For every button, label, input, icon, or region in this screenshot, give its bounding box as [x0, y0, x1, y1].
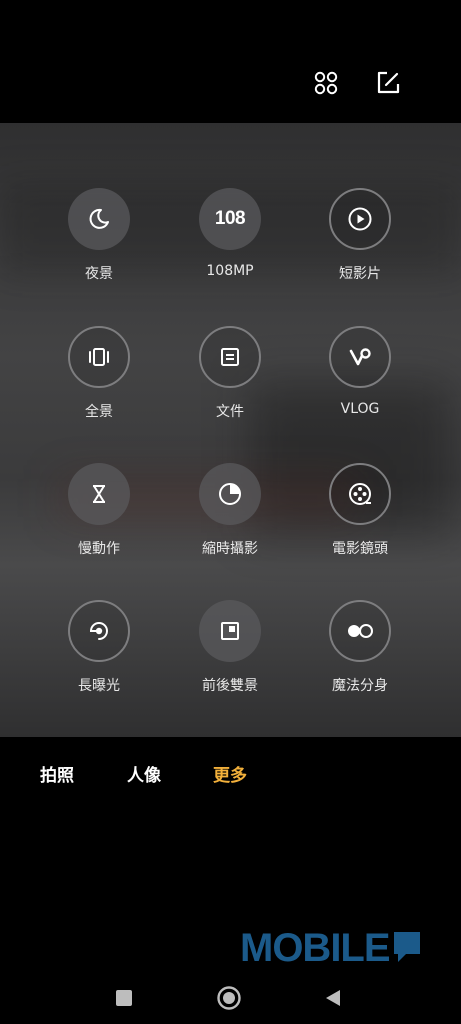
- mode-label: 長曝光: [78, 678, 120, 694]
- film-reel-icon: [329, 463, 391, 525]
- mode-label: 短影片: [339, 266, 381, 282]
- hourglass-icon: [68, 463, 130, 525]
- grid-icon[interactable]: [311, 68, 341, 98]
- mode-label: 慢動作: [78, 541, 120, 557]
- mode-long-exposure[interactable]: 長曝光: [39, 600, 159, 720]
- play-circle-icon: [329, 188, 391, 250]
- mode-timelapse[interactable]: 縮時攝影: [170, 463, 290, 583]
- document-icon: [199, 326, 261, 388]
- mode-dual-view[interactable]: 前後雙景: [170, 600, 290, 720]
- mode-clone[interactable]: 魔法分身: [300, 600, 420, 720]
- 108mp-icon: 108: [199, 188, 261, 250]
- mode-panorama[interactable]: 全景: [39, 326, 159, 446]
- vlog-icon: [329, 326, 391, 388]
- system-nav-bar: [0, 972, 461, 1024]
- panorama-icon: [68, 326, 130, 388]
- tab-portrait[interactable]: 人像: [127, 761, 161, 786]
- tab-photo[interactable]: 拍照: [40, 761, 74, 786]
- mode-slow-motion[interactable]: 慢動作: [39, 463, 159, 583]
- mode-label: 前後雙景: [202, 678, 258, 694]
- modes-panel: 夜景 108 108MP 短影片 全景 文件 VLOG 慢動作 縮時攝影 電影鏡…: [0, 123, 461, 737]
- top-bar: [0, 0, 461, 123]
- long-exposure-icon: [68, 600, 130, 662]
- watermark-logo: MOBILE: [240, 926, 422, 970]
- mode-short-video[interactable]: 短影片: [300, 188, 420, 308]
- mode-label: 魔法分身: [332, 678, 388, 694]
- mode-label: 電影鏡頭: [332, 541, 388, 557]
- mode-movie[interactable]: 電影鏡頭: [300, 463, 420, 583]
- mode-label: 文件: [216, 404, 244, 420]
- camera-mode-tabs: 拍照 人像 更多: [0, 737, 461, 807]
- mode-label: 夜景: [85, 266, 113, 282]
- clone-icon: [329, 600, 391, 662]
- dual-view-icon: [199, 600, 261, 662]
- mode-label: 縮時攝影: [202, 541, 258, 557]
- mode-vlog[interactable]: VLOG: [300, 326, 420, 446]
- moon-icon: [68, 188, 130, 250]
- timer-icon: [199, 463, 261, 525]
- back-button[interactable]: [319, 984, 347, 1012]
- tab-more[interactable]: 更多: [213, 761, 247, 786]
- recents-button[interactable]: [110, 984, 138, 1012]
- mode-night[interactable]: 夜景: [39, 188, 159, 308]
- mode-label: 全景: [85, 404, 113, 420]
- mode-label: 108MP: [206, 263, 254, 279]
- mode-108mp[interactable]: 108 108MP: [170, 188, 290, 308]
- mode-label: VLOG: [340, 401, 380, 417]
- mode-document[interactable]: 文件: [170, 326, 290, 446]
- edit-icon[interactable]: [373, 68, 403, 98]
- home-button[interactable]: [215, 984, 243, 1012]
